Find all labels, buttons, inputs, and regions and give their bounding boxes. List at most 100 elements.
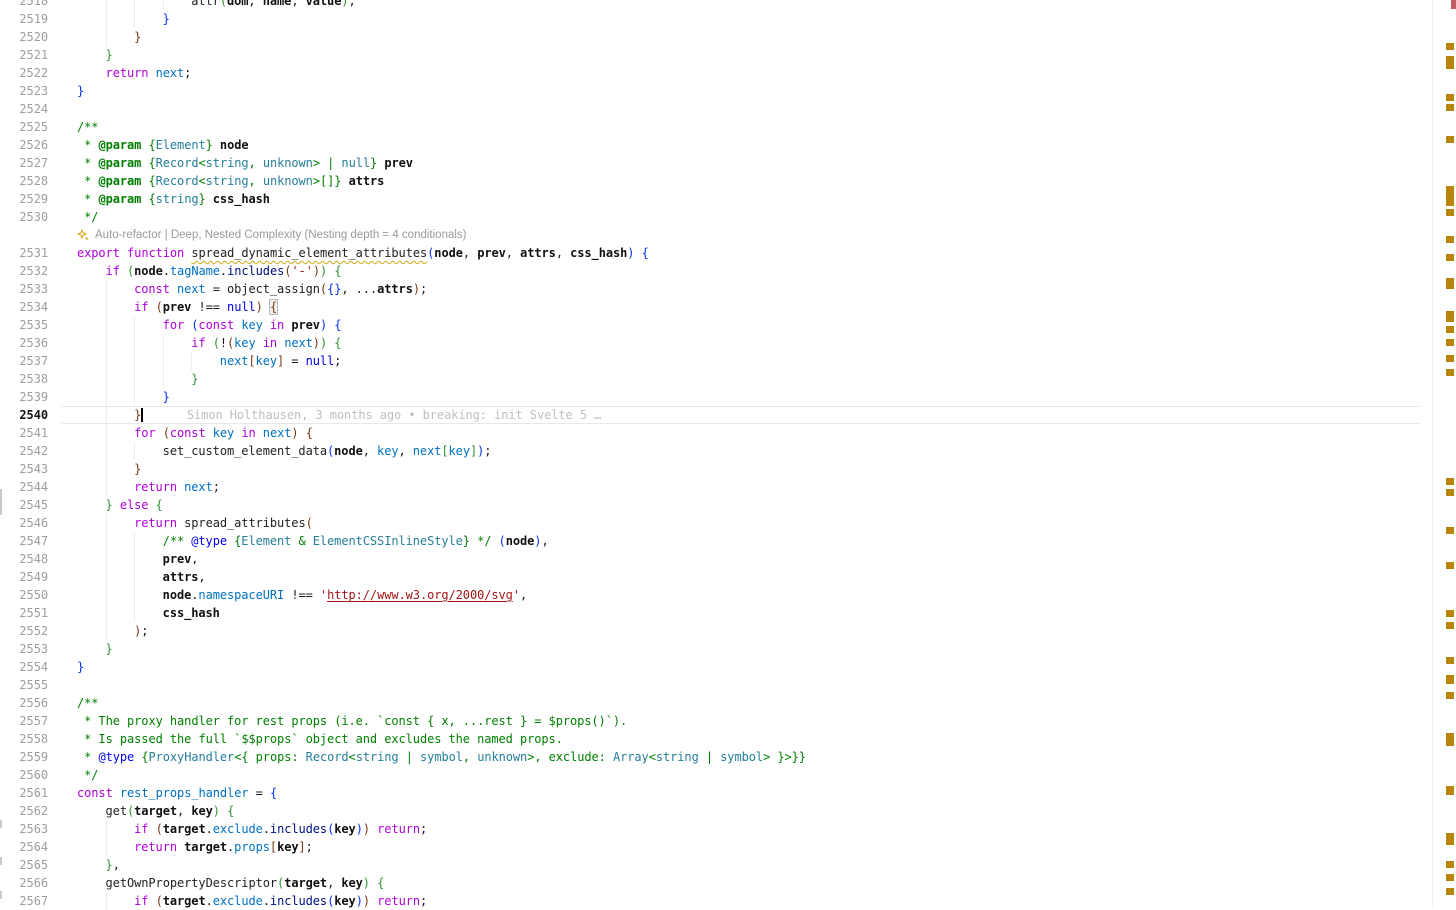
line-number[interactable]: 2520 bbox=[0, 28, 48, 46]
line-number[interactable]: 2548 bbox=[0, 550, 48, 568]
code-line[interactable]: 2546return spread_attributes( bbox=[0, 514, 1432, 532]
line-number[interactable]: 2560 bbox=[0, 766, 48, 784]
line-number[interactable]: 2566 bbox=[0, 874, 48, 892]
line-number[interactable]: 2554 bbox=[0, 658, 48, 676]
line-number[interactable]: 2523 bbox=[0, 82, 48, 100]
code-line[interactable]: 2555 bbox=[0, 676, 1432, 694]
line-number[interactable]: 2555 bbox=[0, 676, 48, 694]
line-number[interactable]: 2539 bbox=[0, 388, 48, 406]
code-line[interactable]: 2539} bbox=[0, 388, 1432, 406]
code-line[interactable]: 2559 * @type {ProxyHandler<{ props: Reco… bbox=[0, 748, 1432, 766]
line-number[interactable]: 2549 bbox=[0, 568, 48, 586]
line-number[interactable]: 2543 bbox=[0, 460, 48, 478]
code-editor[interactable]: 2518attr(dom, name, value);2519}2520}252… bbox=[0, 0, 1456, 906]
code-line[interactable]: 2520} bbox=[0, 28, 1432, 46]
code-line[interactable]: 2525/** bbox=[0, 118, 1432, 136]
line-number[interactable]: 2561 bbox=[0, 784, 48, 802]
code-line[interactable]: 2526 * @param {Element} node bbox=[0, 136, 1432, 154]
line-number[interactable]: 2552 bbox=[0, 622, 48, 640]
line-number[interactable]: 2567 bbox=[0, 892, 48, 910]
line-number[interactable]: 2557 bbox=[0, 712, 48, 730]
line-number[interactable]: 2556 bbox=[0, 694, 48, 712]
line-number[interactable]: 2525 bbox=[0, 118, 48, 136]
line-number[interactable]: 2522 bbox=[0, 64, 48, 82]
line-number[interactable]: 2544 bbox=[0, 478, 48, 496]
line-number[interactable]: 2519 bbox=[0, 10, 48, 28]
line-number[interactable]: 2564 bbox=[0, 838, 48, 856]
code-line[interactable]: 2531export function spread_dynamic_eleme… bbox=[0, 244, 1432, 262]
code-line[interactable]: 2562get(target, key) { bbox=[0, 802, 1432, 820]
code-line[interactable]: 2524 bbox=[0, 100, 1432, 118]
code-line[interactable]: 2552); bbox=[0, 622, 1432, 640]
code-line[interactable]: 2558 * Is passed the full `$$props` obje… bbox=[0, 730, 1432, 748]
line-number[interactable]: 2550 bbox=[0, 586, 48, 604]
code-line[interactable]: 2527 * @param {Record<string, unknown> |… bbox=[0, 154, 1432, 172]
line-number[interactable]: 2535 bbox=[0, 316, 48, 334]
line-number[interactable]: 2531 bbox=[0, 244, 48, 262]
line-number[interactable]: 2542 bbox=[0, 442, 48, 460]
code-line[interactable]: 2534if (prev !== null) { bbox=[0, 298, 1432, 316]
code-line[interactable]: 2542set_custom_element_data(node, key, n… bbox=[0, 442, 1432, 460]
code-line[interactable]: 2528 * @param {Record<string, unknown>[]… bbox=[0, 172, 1432, 190]
line-number[interactable]: 2540 bbox=[0, 406, 48, 424]
line-number[interactable]: 2528 bbox=[0, 172, 48, 190]
overview-ruler-scrollbar[interactable] bbox=[1432, 0, 1456, 906]
line-number[interactable]: 2547 bbox=[0, 532, 48, 550]
line-number[interactable]: 2534 bbox=[0, 298, 48, 316]
code-line[interactable]: 2538} bbox=[0, 370, 1432, 388]
code-line[interactable]: 2564return target.props[key]; bbox=[0, 838, 1432, 856]
code-line[interactable]: 2551css_hash bbox=[0, 604, 1432, 622]
code-line[interactable]: 2536if (!(key in next)) { bbox=[0, 334, 1432, 352]
code-line[interactable]: 2530 */ bbox=[0, 208, 1432, 226]
code-line[interactable]: 2561const rest_props_handler = { bbox=[0, 784, 1432, 802]
line-number[interactable]: 2562 bbox=[0, 802, 48, 820]
line-number[interactable]: 2526 bbox=[0, 136, 48, 154]
code-line[interactable]: 2567if (target.exclude.includes(key)) re… bbox=[0, 892, 1432, 910]
code-line[interactable]: 2522return next; bbox=[0, 64, 1432, 82]
line-number[interactable]: 2563 bbox=[0, 820, 48, 838]
code-line[interactable]: 2550node.namespaceURI !== 'http://www.w3… bbox=[0, 586, 1432, 604]
code-line[interactable]: 2541for (const key in next) { bbox=[0, 424, 1432, 442]
line-number[interactable]: 2537 bbox=[0, 352, 48, 370]
line-number[interactable]: 2559 bbox=[0, 748, 48, 766]
code-line[interactable]: 2533const next = object_assign({}, ...at… bbox=[0, 280, 1432, 298]
line-number[interactable]: 2558 bbox=[0, 730, 48, 748]
code-line[interactable]: 2556/** bbox=[0, 694, 1432, 712]
line-number[interactable]: 2529 bbox=[0, 190, 48, 208]
code-line[interactable]: 2553} bbox=[0, 640, 1432, 658]
code-line[interactable]: 2523} bbox=[0, 82, 1432, 100]
code-line[interactable]: 2543} bbox=[0, 460, 1432, 478]
line-number[interactable]: 2521 bbox=[0, 46, 48, 64]
code-line[interactable]: 2518attr(dom, name, value); bbox=[0, 0, 1432, 10]
code-line[interactable]: 2560 */ bbox=[0, 766, 1432, 784]
code-line[interactable]: 2537next[key] = null; bbox=[0, 352, 1432, 370]
line-number[interactable]: 2545 bbox=[0, 496, 48, 514]
code-line[interactable]: 2565}, bbox=[0, 856, 1432, 874]
code-line[interactable]: 2540}Simon Holthausen, 3 months ago • br… bbox=[0, 406, 1432, 424]
code-line[interactable]: 2566getOwnPropertyDescriptor(target, key… bbox=[0, 874, 1432, 892]
line-number[interactable]: 2532 bbox=[0, 262, 48, 280]
code-line[interactable]: 2521} bbox=[0, 46, 1432, 64]
line-number[interactable]: 2527 bbox=[0, 154, 48, 172]
line-number[interactable]: 2546 bbox=[0, 514, 48, 532]
code-line[interactable]: 2529 * @param {string} css_hash bbox=[0, 190, 1432, 208]
code-line[interactable]: 2563if (target.exclude.includes(key)) re… bbox=[0, 820, 1432, 838]
code-line[interactable]: 2557 * The proxy handler for rest props … bbox=[0, 712, 1432, 730]
code-line[interactable]: 2532if (node.tagName.includes('-')) { bbox=[0, 262, 1432, 280]
code-line[interactable]: 2545} else { bbox=[0, 496, 1432, 514]
line-number[interactable]: 2538 bbox=[0, 370, 48, 388]
auto-refactor-code-lens[interactable]: Auto-refactor | Deep, Nested Complexity … bbox=[77, 226, 1432, 244]
code-line[interactable]: 2554} bbox=[0, 658, 1432, 676]
code-line[interactable]: 2549attrs, bbox=[0, 568, 1432, 586]
line-number[interactable]: 2553 bbox=[0, 640, 48, 658]
line-number[interactable]: 2536 bbox=[0, 334, 48, 352]
line-number[interactable]: 2551 bbox=[0, 604, 48, 622]
line-number[interactable]: 2541 bbox=[0, 424, 48, 442]
code-line[interactable]: 2535for (const key in prev) { bbox=[0, 316, 1432, 334]
line-number[interactable]: 2518 bbox=[0, 0, 48, 10]
code-line[interactable]: 2547/** @type {Element & ElementCSSInlin… bbox=[0, 532, 1432, 550]
line-number[interactable]: 2530 bbox=[0, 208, 48, 226]
code-line[interactable]: 2544return next; bbox=[0, 478, 1432, 496]
line-number[interactable]: 2533 bbox=[0, 280, 48, 298]
line-number[interactable]: 2565 bbox=[0, 856, 48, 874]
